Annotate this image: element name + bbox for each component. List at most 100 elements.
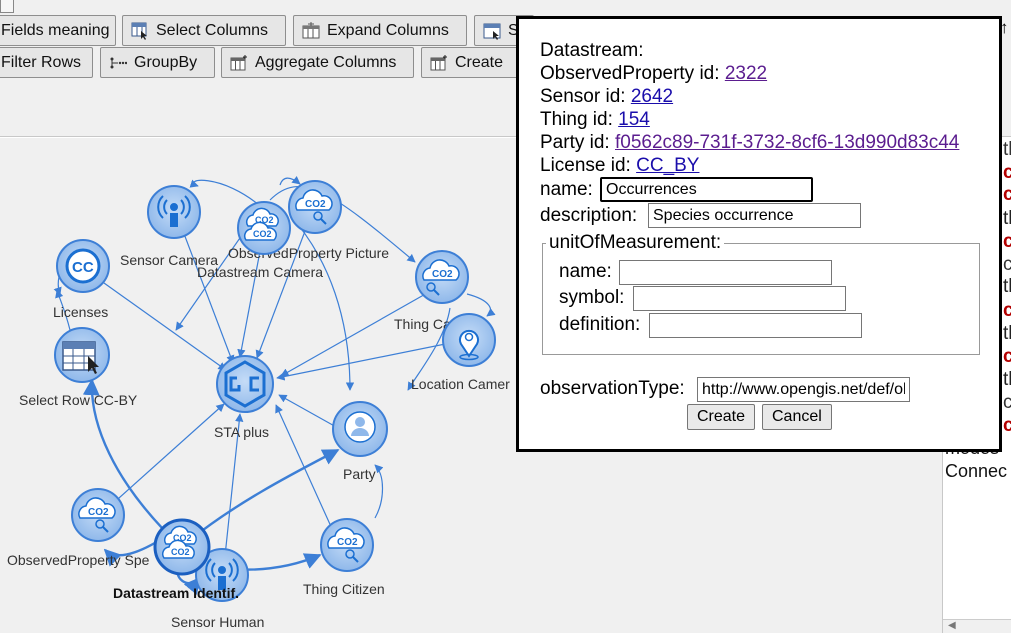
edge	[279, 175, 301, 186]
node-label-datastream-identif: Datastream Identif.	[113, 585, 239, 601]
license-id-label: License id:	[540, 155, 637, 176]
groupby-icon	[110, 57, 127, 68]
panel-fragment: th	[1003, 323, 1011, 344]
groupby-button[interactable]: GroupBy	[100, 47, 215, 78]
license-id-row: License id: CC_BY	[540, 155, 699, 177]
uom-symbol-label: symbol:	[559, 287, 625, 308]
location-icon	[459, 329, 479, 361]
svg-text:CO2: CO2	[432, 269, 453, 280]
expand-columns-button[interactable]: Expand Columns	[293, 15, 467, 46]
node-label-observedproperty-species: ObservedProperty Spe	[7, 552, 150, 568]
svg-text:CO2: CO2	[253, 229, 272, 239]
edge	[278, 394, 339, 429]
node-observedproperty-species[interactable]: CO2 ObservedProperty Spe	[7, 488, 150, 568]
cc-license-icon: CC	[65, 248, 101, 284]
uom-symbol-input[interactable]	[633, 286, 846, 311]
aggregate-columns-icon	[230, 54, 247, 70]
create-label: Create	[455, 53, 504, 71]
sensor-id-label: Sensor id:	[540, 86, 631, 107]
horizontal-scrollbar[interactable]: ◀	[943, 619, 1011, 633]
thing-id-label: Thing id:	[540, 109, 619, 130]
aggregate-columns-label: Aggregate Columns	[255, 53, 397, 71]
node-label-location-camera: Location Camer	[411, 376, 510, 392]
svg-text:CC: CC	[72, 259, 94, 276]
edge	[280, 287, 437, 377]
description-label: description:	[540, 205, 638, 226]
fields-meaning-label: Fields meaning	[1, 21, 110, 39]
corner-tab[interactable]	[0, 0, 14, 13]
observation-type-input[interactable]	[697, 377, 910, 402]
panel-fragment: th	[1003, 276, 1011, 297]
license-id-link[interactable]: CC_BY	[636, 155, 699, 176]
filter-rows-button[interactable]: Filter Rows	[0, 47, 93, 78]
dialog-heading: Datastream:	[540, 40, 644, 61]
observedproperty-id-link[interactable]: 2322	[725, 63, 767, 84]
edge	[289, 214, 355, 391]
panel-fragment: c	[1003, 162, 1011, 184]
panel-fragment: c	[1003, 392, 1011, 414]
observedproperty-id-row: ObservedProperty id: 2322	[540, 63, 767, 85]
panel-fragment: th	[1003, 208, 1011, 229]
expand-columns-label: Expand Columns	[327, 21, 449, 39]
expand-columns-icon	[302, 21, 320, 38]
uom-name-label: name:	[559, 261, 612, 282]
party-id-label: Party id:	[540, 132, 615, 153]
select-columns-button[interactable]: Select Columns	[122, 15, 286, 46]
unit-of-measurement-legend: unitOfMeasurement:	[549, 232, 722, 253]
panel-fragment: c	[1003, 415, 1011, 437]
party-id-link[interactable]: f0562c89-731f-3732-8cf6-13d990d83c44	[615, 132, 959, 153]
edge	[275, 404, 339, 543]
fields-meaning-button[interactable]: Fields meaning	[0, 15, 116, 46]
uom-definition-input[interactable]	[649, 313, 862, 338]
scroll-left-icon[interactable]: ◀	[948, 620, 956, 631]
panel-fragment: c	[1003, 184, 1011, 206]
thing-id-link[interactable]: 154	[618, 109, 650, 130]
sensor-id-link[interactable]: 2642	[631, 86, 673, 107]
description-input[interactable]	[648, 203, 861, 228]
uom-definition-label: definition:	[559, 314, 641, 335]
node-label-datastream-camera: Datastream Camera	[197, 264, 323, 280]
panel-fragment: c	[1003, 231, 1011, 253]
node-label-select-row-cc-by: Select Row CC-BY	[19, 392, 138, 408]
select-columns-label: Select Columns	[156, 21, 269, 39]
node-label-sta-plus: STA plus	[214, 424, 269, 440]
create-button[interactable]: Create	[687, 404, 756, 430]
filter-rows-label: Filter Rows	[1, 53, 82, 71]
name-input[interactable]	[600, 177, 813, 202]
node-select-row-cc-by[interactable]: Select Row CC-BY	[19, 327, 138, 408]
uom-name-input[interactable]	[619, 260, 832, 285]
observedproperty-id-label: ObservedProperty id:	[540, 63, 725, 84]
panel-fragment: c	[1003, 254, 1011, 276]
person-icon	[344, 411, 376, 443]
table-icon	[483, 23, 501, 40]
panel-fragment: c	[1003, 346, 1011, 368]
node-sta-plus[interactable]: STA plus	[214, 355, 274, 440]
node-licenses[interactable]: CC Licenses	[53, 239, 110, 320]
svg-text:CO2: CO2	[305, 199, 326, 210]
edge	[276, 339, 466, 381]
sensor-id-row: Sensor id: 2642	[540, 86, 673, 108]
groupby-label: GroupBy	[134, 53, 198, 71]
panel-fragment: c	[1003, 300, 1011, 322]
svg-text:CO2: CO2	[171, 547, 190, 557]
edge	[189, 448, 340, 541]
datastream-dialog: Datastream: ObservedProperty id: 2322 Se…	[516, 16, 1002, 452]
node-label-thing-citizen: Thing Citizen	[303, 581, 385, 597]
node-label-party: Party	[343, 466, 376, 482]
observation-type-label: observationType:	[540, 378, 685, 399]
panel-line-connec: Connec	[945, 461, 1008, 481]
cancel-button[interactable]: Cancel	[762, 404, 832, 430]
panel-fragment: th	[1003, 369, 1011, 390]
create-button-truncated[interactable]: Create	[421, 47, 531, 78]
aggregate-columns-button[interactable]: Aggregate Columns	[221, 47, 414, 78]
create-table-icon	[430, 54, 447, 70]
select-row-icon	[62, 341, 99, 374]
svg-text:CO2: CO2	[337, 537, 358, 548]
node-label-licenses: Licenses	[53, 304, 108, 320]
node-sensor-camera[interactable]: Sensor Camera	[120, 185, 218, 268]
name-label: name:	[540, 179, 593, 200]
select-columns-icon	[131, 22, 147, 40]
thing-id-row: Thing id: 154	[540, 109, 650, 131]
edge	[374, 464, 384, 519]
party-id-row: Party id: f0562c89-731f-3732-8cf6-13d990…	[540, 132, 959, 154]
